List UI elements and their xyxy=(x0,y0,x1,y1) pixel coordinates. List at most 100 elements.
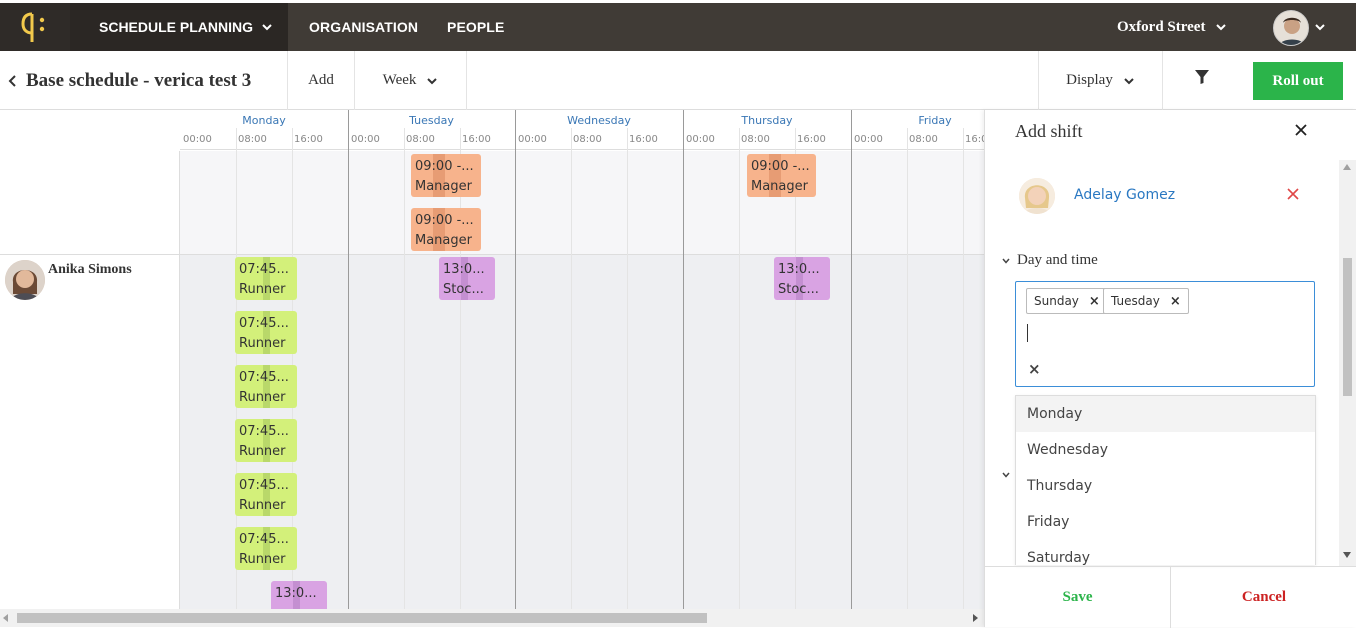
day-name: Friday xyxy=(918,114,952,127)
day-header-friday: Friday 00:00 08:00 16:00 xyxy=(851,110,984,150)
day-multiselect[interactable]: Sunday × Tuesday × × xyxy=(1015,281,1315,387)
panel-scroll-thumb[interactable] xyxy=(1343,258,1352,396)
back-to-schedules[interactable]: Base schedule - verica test 3 xyxy=(8,51,251,110)
shift-time: 07:45... xyxy=(239,424,289,439)
shift-card[interactable]: 13:0... Stoc... xyxy=(774,257,830,300)
display-menu[interactable]: Display xyxy=(1039,51,1162,110)
shift-time: 09:00 -... xyxy=(751,159,810,174)
chevron-left-icon xyxy=(8,74,16,87)
hour-label: 08:00 xyxy=(406,134,435,145)
hour-label: 00:00 xyxy=(183,134,212,145)
day-name: Thursday xyxy=(741,114,793,127)
close-icon[interactable] xyxy=(1293,122,1309,138)
cancel-button[interactable]: Cancel xyxy=(1171,567,1356,628)
horizontal-scrollbar[interactable] xyxy=(0,609,984,627)
scroll-left-arrow-icon[interactable] xyxy=(3,614,9,622)
day-name: Monday xyxy=(242,114,286,127)
hour-divider xyxy=(627,128,628,609)
employee-name[interactable]: Anika Simons xyxy=(48,262,132,278)
chip-remove-icon[interactable]: × xyxy=(1089,294,1100,309)
top-navigation-bar: SCHEDULE PLANNING ORGANISATION PEOPLE Ox… xyxy=(0,0,1356,51)
shift-card[interactable]: 09:00 -... Manager xyxy=(747,154,816,197)
scroll-right-arrow-icon[interactable] xyxy=(973,614,979,622)
employee-photo xyxy=(5,260,45,300)
clear-selection-icon[interactable]: × xyxy=(1028,360,1041,378)
save-button[interactable]: Save xyxy=(985,567,1170,628)
app-logo-icon xyxy=(21,12,45,42)
hour-label: 08:00 xyxy=(909,134,938,145)
user-menu-chevron-icon[interactable] xyxy=(1314,21,1326,33)
horizontal-scroll-thumb[interactable] xyxy=(17,613,707,623)
chip-label: Sunday xyxy=(1034,294,1079,308)
day-header-monday: Monday 00:00 08:00 16:00 xyxy=(180,110,348,150)
day-and-time-section[interactable]: Day and time xyxy=(1001,252,1098,269)
shift-card[interactable]: 07:45... Runner xyxy=(235,365,297,408)
hour-divider xyxy=(963,128,964,609)
panel-scrollbar[interactable] xyxy=(1339,160,1356,567)
shift-card[interactable]: 07:45... Runner xyxy=(235,419,297,462)
day-divider xyxy=(348,110,349,609)
day-name: Wednesday xyxy=(567,114,631,127)
panel-title: Add shift xyxy=(1015,121,1083,141)
day-option[interactable]: Monday xyxy=(1016,396,1315,432)
nav-people[interactable]: PEOPLE xyxy=(447,3,504,51)
day-header-tuesday: Tuesday 00:00 08:00 16:00 xyxy=(348,110,515,150)
hour-label: 08:00 xyxy=(238,134,267,145)
roll-out-button[interactable]: Roll out xyxy=(1253,62,1343,100)
day-option[interactable]: Saturday xyxy=(1016,540,1315,565)
shift-card[interactable]: 13:0... Stoc... xyxy=(439,257,495,300)
text-cursor xyxy=(1027,324,1028,342)
shift-card[interactable]: 07:45... Runner xyxy=(235,473,297,516)
shift-card[interactable]: 07:45... Runner xyxy=(235,311,297,354)
employee-avatar xyxy=(5,260,45,300)
shift-card[interactable]: 07:45... Runner xyxy=(235,527,297,570)
remove-person-icon[interactable] xyxy=(1286,187,1300,201)
person-photo xyxy=(1019,178,1055,214)
add-button[interactable]: Add xyxy=(288,51,354,110)
shift-card[interactable]: 09:00 -... Manager xyxy=(411,154,481,197)
add-shift-panel: Add shift Adelay Gomez Day and time Sund… xyxy=(984,110,1356,628)
nav-schedule-planning[interactable]: SCHEDULE PLANNING xyxy=(70,3,288,51)
hour-divider xyxy=(907,128,908,609)
nav-organisation[interactable]: ORGANISATION xyxy=(309,3,418,51)
store-selector[interactable]: Oxford Street xyxy=(1117,3,1227,51)
user-avatar[interactable] xyxy=(1273,10,1309,46)
chip-remove-icon[interactable]: × xyxy=(1170,294,1181,309)
hour-divider xyxy=(460,128,461,609)
shift-role: Manager xyxy=(415,233,472,248)
selected-day-chip: Sunday × xyxy=(1026,288,1108,314)
shift-time: 07:45... xyxy=(239,316,289,331)
section-title: Day and time xyxy=(1017,252,1098,268)
selected-day-chip: Tuesday × xyxy=(1103,288,1189,314)
view-selector[interactable]: Week xyxy=(355,51,466,110)
nav-schedule-planning-label: SCHEDULE PLANNING xyxy=(99,19,254,35)
shift-card[interactable]: 07:45... Runner xyxy=(235,257,297,300)
hour-label: 16:00 xyxy=(797,134,826,145)
hour-label: 00:00 xyxy=(351,134,380,145)
hour-label: 16:00 xyxy=(965,134,984,145)
day-divider xyxy=(851,110,852,609)
day-option[interactable]: Friday xyxy=(1016,504,1315,540)
shift-time: 07:45... xyxy=(239,262,289,277)
shift-role: Runner xyxy=(239,552,286,567)
store-selector-label: Oxford Street xyxy=(1117,18,1206,35)
hour-divider xyxy=(739,128,740,609)
filter-button[interactable] xyxy=(1163,51,1241,110)
shift-time: 09:00 -... xyxy=(415,213,474,228)
day-option[interactable]: Wednesday xyxy=(1016,432,1315,468)
panel-footer: Save Cancel xyxy=(985,566,1356,628)
day-option[interactable]: Thursday xyxy=(1016,468,1315,504)
unassigned-row-label xyxy=(0,151,180,254)
schedule-grid: Anika Simons Monday 00:00 08:00 16:00 Tu… xyxy=(0,110,984,609)
shift-card[interactable]: 09:00 -... Manager xyxy=(411,208,481,251)
shift-time: 07:45... xyxy=(239,370,289,385)
scroll-down-arrow-icon[interactable] xyxy=(1343,552,1351,558)
person-name[interactable]: Adelay Gomez xyxy=(1074,187,1175,203)
shift-card[interactable]: 13:0... xyxy=(271,581,327,609)
app-logo[interactable] xyxy=(0,3,70,51)
shift-role: Runner xyxy=(239,336,286,351)
chevron-down-icon[interactable] xyxy=(1001,470,1011,480)
day-name: Tuesday xyxy=(409,114,454,127)
day-divider xyxy=(683,110,684,609)
scroll-up-arrow-icon[interactable] xyxy=(1343,164,1351,170)
